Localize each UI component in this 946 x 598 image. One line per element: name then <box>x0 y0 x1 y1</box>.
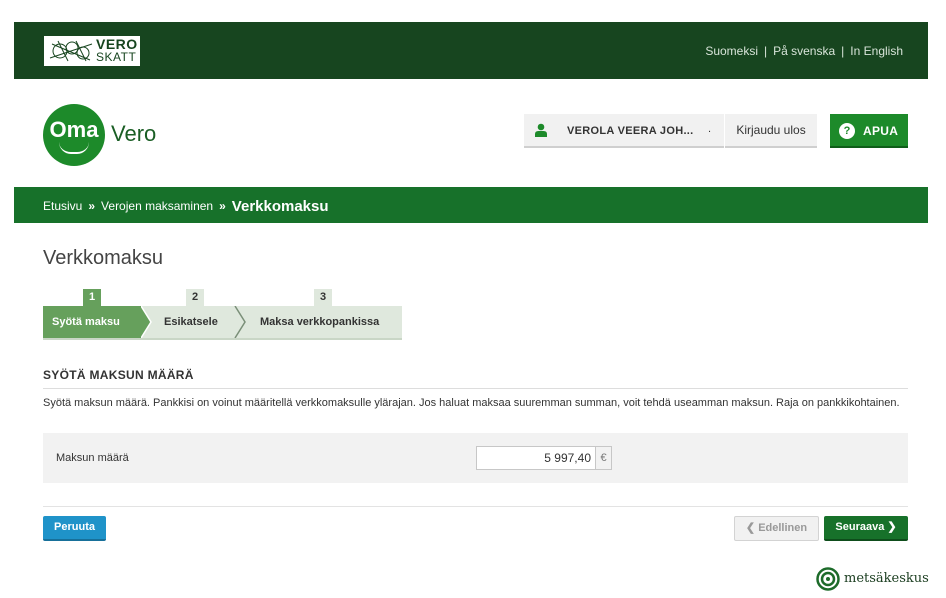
vero-skatt-logo[interactable]: VERO SKATT <box>44 36 140 66</box>
previous-button[interactable]: ❮ Edellinen <box>734 516 819 541</box>
chevron-right-icon: ❯ <box>887 521 897 533</box>
cancel-button[interactable]: Peruuta <box>43 516 106 541</box>
section-heading: SYÖTÄ MAKSUN MÄÄRÄ <box>43 368 908 389</box>
top-header-bar: VERO SKATT Suomeksi | På svenska | In Englis… <box>14 22 928 79</box>
step-bar: Syötä maksu Esikatsele Maksa verkkopanki… <box>43 306 402 340</box>
amount-form-row: Maksun määrä € <box>43 433 908 483</box>
vero-emblem-icon <box>46 38 96 64</box>
next-button[interactable]: Seuraava ❯ <box>824 516 908 541</box>
help-label: APUA <box>863 124 899 138</box>
watermark-text: metsäkeskus <box>844 571 929 586</box>
breadcrumb-current: Verkkomaksu <box>231 198 329 215</box>
chevron-left-icon: ❮ <box>745 522 756 534</box>
form-divider <box>43 506 908 507</box>
step-chevron-icon <box>141 306 152 338</box>
step-chevron-icon <box>234 306 246 338</box>
section-description: Syötä maksun määrä. Pankkisi on voinut m… <box>43 397 900 409</box>
logo-text-vero: VERO <box>96 36 138 52</box>
currency-addon: € <box>596 446 612 470</box>
breadcrumb-link-home[interactable]: Etusivu <box>43 199 82 213</box>
lang-separator: | <box>764 44 768 58</box>
page-title: Verkkomaksu <box>43 247 164 269</box>
logo-text-skatt: SKATT <box>96 50 137 64</box>
user-name: VEROLA VEERA JOH... <box>567 125 694 137</box>
help-icon: ? <box>839 123 855 139</box>
step-number-3: 3 <box>314 289 332 306</box>
breadcrumb-separator: » <box>219 199 226 213</box>
amount-input[interactable] <box>476 446 596 470</box>
omavero-smile-icon <box>59 142 89 154</box>
step-label-1: Syötä maksu <box>52 316 120 328</box>
breadcrumb-separator: » <box>88 199 96 213</box>
omavero-logo-oma: Oma <box>49 117 99 142</box>
breadcrumb: Etusivu » Verojen maksaminen » Verkkomaksu <box>43 197 329 215</box>
lang-link-finnish[interactable]: Suomeksi <box>705 44 758 58</box>
metsakeskus-logo-icon <box>816 567 840 591</box>
user-menu[interactable]: VEROLA VEERA JOH... . <box>524 114 724 148</box>
user-icon <box>535 123 547 137</box>
next-button-label: Seuraava <box>835 521 885 533</box>
omavero-logo[interactable]: Oma <box>43 104 105 166</box>
step-number-2: 2 <box>186 289 204 306</box>
lang-link-swedish[interactable]: På svenska <box>773 44 835 58</box>
lang-separator: | <box>841 44 845 58</box>
amount-label: Maksun määrä <box>56 452 129 464</box>
lang-link-english[interactable]: In English <box>850 44 903 58</box>
language-selector: Suomeksi | På svenska | In English <box>705 44 903 58</box>
step-label-3: Maksa verkkopankissa <box>260 316 380 328</box>
logout-button[interactable]: Kirjaudu ulos <box>725 114 817 148</box>
previous-button-label: Edellinen <box>758 522 808 534</box>
step-label-2: Esikatsele <box>164 316 218 328</box>
step-number-1: 1 <box>83 289 101 306</box>
step-1: Syötä maksu <box>43 306 141 338</box>
user-menu-dropdown-icon[interactable]: . <box>708 123 711 135</box>
omavero-logo-vero: Vero <box>111 121 157 146</box>
breadcrumb-bar: Etusivu » Verojen maksaminen » Verkkomaksu <box>14 187 928 223</box>
breadcrumb-link-payments[interactable]: Verojen maksaminen <box>101 199 213 213</box>
help-button[interactable]: ? APUA <box>830 114 908 148</box>
step-indicator: 1 2 3 Syötä maksu Esikatsele Maksa verkk… <box>43 289 403 341</box>
